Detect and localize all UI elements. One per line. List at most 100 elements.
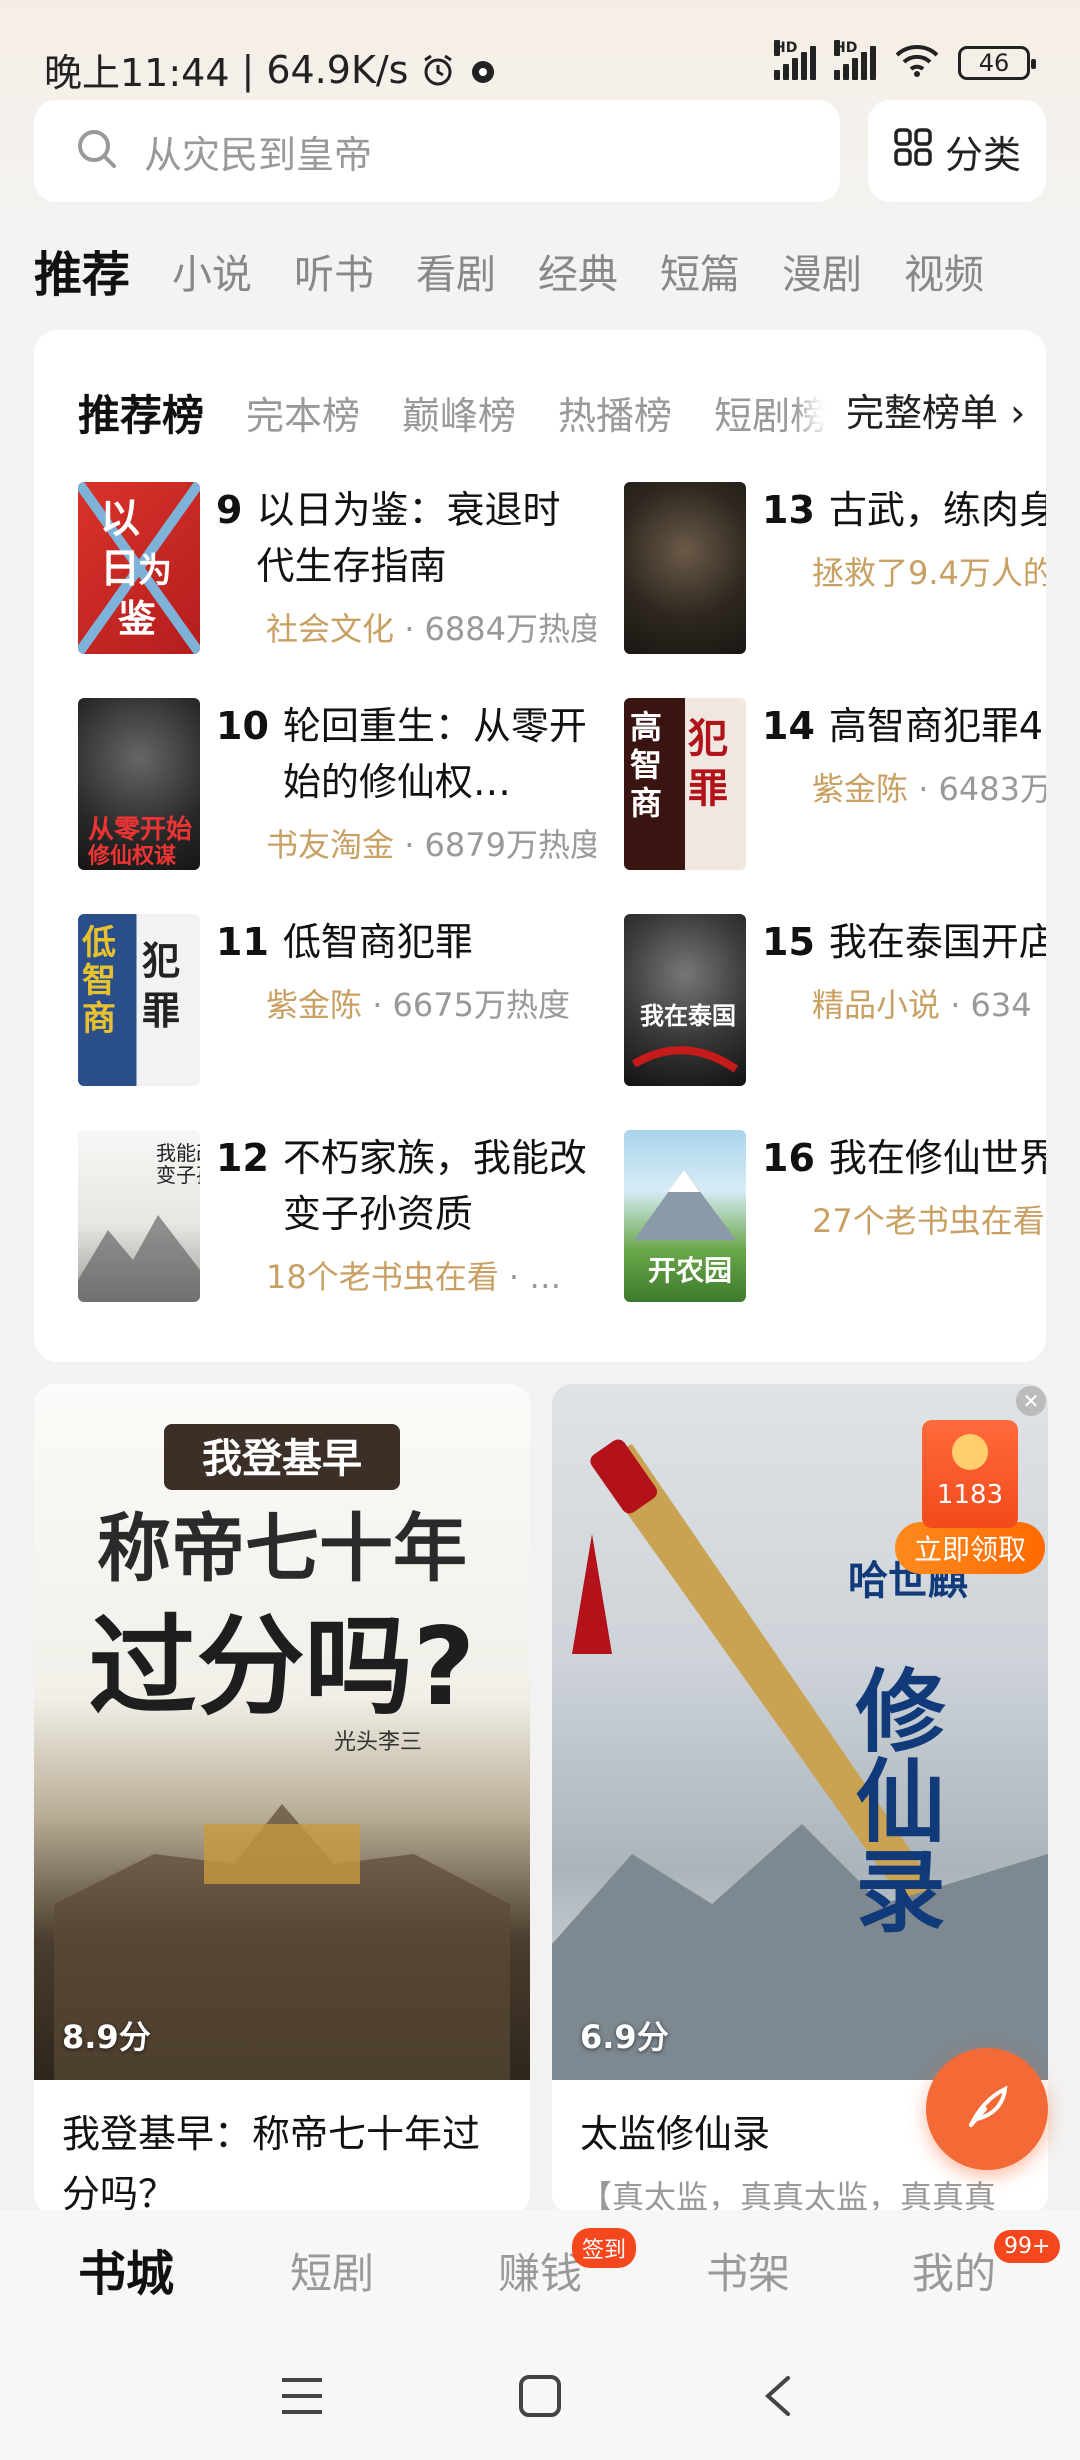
book-author: 紫金陈 (266, 986, 363, 1024)
list-item[interactable]: 我在泰国 15 我在泰国开店 精品小说 · 634 (624, 914, 1046, 1086)
list-item[interactable]: 13 古武，练肉身 拯救了9.4万人的 (624, 482, 1046, 654)
svg-text:商: 商 (82, 999, 116, 1039)
signal-icon-2: HD (834, 40, 876, 80)
status-bar: 晚上11:44 | 64.9K/s HD HD 46 (0, 0, 1080, 100)
claim-button[interactable]: 立即领取 (895, 1522, 1045, 1574)
svg-text:智: 智 (630, 746, 662, 784)
tab-drama[interactable]: 看剧 (416, 240, 496, 310)
svg-text:我在泰国: 我在泰国 (640, 1002, 736, 1030)
grid-icon (893, 127, 933, 176)
rank-number: 10 (216, 704, 269, 748)
system-nav-bar (0, 2330, 1080, 2460)
svg-text:犯: 犯 (142, 939, 180, 983)
svg-text:智: 智 (82, 961, 116, 1001)
search-bar[interactable]: 从灾民到皇帝 (34, 100, 840, 202)
book-title: 我在修仙世界 (828, 1136, 1046, 1180)
back-icon[interactable] (760, 2374, 796, 2422)
write-button[interactable] (926, 2048, 1048, 2170)
tab-comic-drama[interactable]: 漫剧 (782, 240, 862, 310)
cover-author: 光头李三 (334, 1730, 422, 1755)
category-button[interactable]: 分类 (868, 100, 1046, 202)
tab-audiobook[interactable]: 听书 (294, 240, 374, 310)
ranking-tab-short-drama[interactable]: 短剧榜 (714, 385, 828, 440)
nav-short-drama[interactable]: 短剧 (290, 2240, 374, 2301)
status-time: 晚上11:44 (44, 51, 230, 95)
svg-text:修仙权谋: 修仙权谋 (87, 843, 177, 869)
book-title: 高智商犯罪4 (828, 704, 1044, 748)
list-item[interactable]: 开农园 16 我在修仙世界 27个老书虫在看 (624, 1130, 1046, 1302)
list-item[interactable]: 高智商犯罪 14 高智商犯罪4 紫金陈 · 6483万 (624, 698, 1046, 870)
alarm-icon (420, 52, 456, 88)
nav-bookshelf[interactable]: 书架 (706, 2240, 790, 2301)
svg-text:高: 高 (630, 708, 662, 746)
book-title: 低智商犯罪 (282, 920, 473, 964)
list-item[interactable]: 以日为鉴 9 以日为鉴：衰退时代生存指南 社会文化 · 6884万热度 (78, 482, 598, 654)
featured-cover: 我登基早 称帝七十年 过分吗? 光头李三 8.9分 (34, 1384, 530, 2080)
book-heat: · 634 (940, 986, 1032, 1024)
list-item[interactable]: 低智商犯罪 11 低智商犯罪 紫金陈 · 6675万热度 (78, 914, 598, 1086)
menu-icon[interactable] (280, 2376, 324, 2420)
svg-text:变子孙: 变子孙 (156, 1163, 200, 1187)
featured-score: 8.9分 (62, 2018, 151, 2056)
close-icon[interactable]: ✕ (1016, 1386, 1046, 1416)
rank-number: 12 (216, 1136, 269, 1180)
red-packet-icon: 1183 (922, 1420, 1018, 1528)
book-heat: · 6675万热度 (362, 986, 570, 1024)
ranking-tab-complete[interactable]: 完本榜 (246, 385, 360, 440)
cover-line-2: 称帝七十年 (97, 1506, 467, 1592)
nav-earn[interactable]: 赚钱 (498, 2240, 582, 2301)
red-packet[interactable]: 1183 立即领取 (895, 1420, 1045, 1574)
nav-mine[interactable]: 我的 (912, 2240, 996, 2301)
notification-dot-icon (468, 52, 504, 88)
feather-pen-icon (959, 2079, 1015, 2139)
svg-text:日: 日 (100, 546, 140, 592)
svg-text:从零开始: 从零开始 (88, 815, 192, 845)
tab-novel[interactable]: 小说 (172, 240, 252, 310)
full-list-link[interactable]: 完整榜单 › (826, 382, 1026, 437)
battery-indicator: 46 (958, 46, 1036, 80)
rank-number: 11 (216, 920, 269, 964)
book-author: 拯救了9.4万人的 (812, 554, 1046, 592)
svg-text:犯: 犯 (688, 716, 728, 762)
cover-line-3: 过分吗? (89, 1605, 476, 1730)
tab-classic[interactable]: 经典 (538, 240, 618, 310)
message-badge: 99+ (994, 2230, 1061, 2263)
bottom-nav: 书城 短剧 赚钱 签到 书架 我的 99+ (0, 2210, 1080, 2330)
list-item[interactable]: 我能改变子孙 12 不朽家族，我能改变子孙资质 18个老书虫在看 · … (78, 1130, 598, 1302)
ranking-tab-hot[interactable]: 热播榜 (558, 385, 672, 440)
signal-icon-1: HD (774, 40, 816, 80)
tab-recommend[interactable]: 推荐 (34, 240, 130, 310)
tab-short[interactable]: 短篇 (660, 240, 740, 310)
tab-video[interactable]: 视频 (904, 240, 984, 310)
rank-number: 16 (762, 1136, 815, 1180)
ranking-tab-recommend[interactable]: 推荐榜 (78, 382, 204, 443)
sign-in-badge: 签到 (572, 2228, 637, 2268)
nav-bookstore[interactable]: 书城 (78, 2234, 174, 2304)
book-author: 27个老书虫在看 (812, 1202, 1045, 1240)
ranking-card: 推荐榜 完本榜 巅峰榜 热播榜 短剧榜 完整榜单 › 以日为鉴 9 以日为鉴：衰退… (34, 330, 1046, 1362)
rank-number: 14 (762, 704, 815, 748)
featured-score: 6.9分 (580, 2018, 669, 2056)
home-icon[interactable] (518, 2374, 562, 2422)
book-title: 不朽家族，我能改变子孙资质 (282, 1136, 587, 1236)
book-cover: 开农园 (624, 1130, 746, 1302)
book-cover: 我在泰国 (624, 914, 746, 1086)
featured-book-card[interactable]: 我登基早 称帝七十年 过分吗? 光头李三 8.9分 我登基早：称帝七十年过分吗？ (34, 1384, 530, 2214)
book-heat: · … (498, 1258, 562, 1296)
svg-text:鉴: 鉴 (118, 597, 156, 641)
book-author: 18个老书虫在看 (266, 1258, 499, 1296)
ranking-tab-peak[interactable]: 巅峰榜 (402, 385, 516, 440)
svg-text:为: 为 (138, 551, 172, 591)
book-cover: 以日为鉴 (78, 482, 200, 654)
network-speed: 64.9K/s (266, 47, 409, 92)
book-heat: · 6483万 (908, 770, 1046, 808)
book-author: 书友淘金 (266, 826, 395, 864)
featured-description: 【真太监，真真太监，真真真 (580, 2178, 997, 2214)
list-item[interactable]: 从零开始 修仙权谋 10 轮回重生：从零开始的修仙权… 书友淘金 · 6879万热度 (78, 698, 598, 870)
book-heat: · 6884万热度 (394, 610, 596, 648)
book-title: 以日为鉴：衰退时代生存指南 (256, 488, 561, 588)
book-cover (624, 482, 746, 654)
svg-text:修仙录: 修仙录 (840, 1664, 946, 1934)
book-cover: 高智商犯罪 (624, 698, 746, 870)
book-title: 轮回重生：从零开始的修仙权… (282, 704, 587, 804)
